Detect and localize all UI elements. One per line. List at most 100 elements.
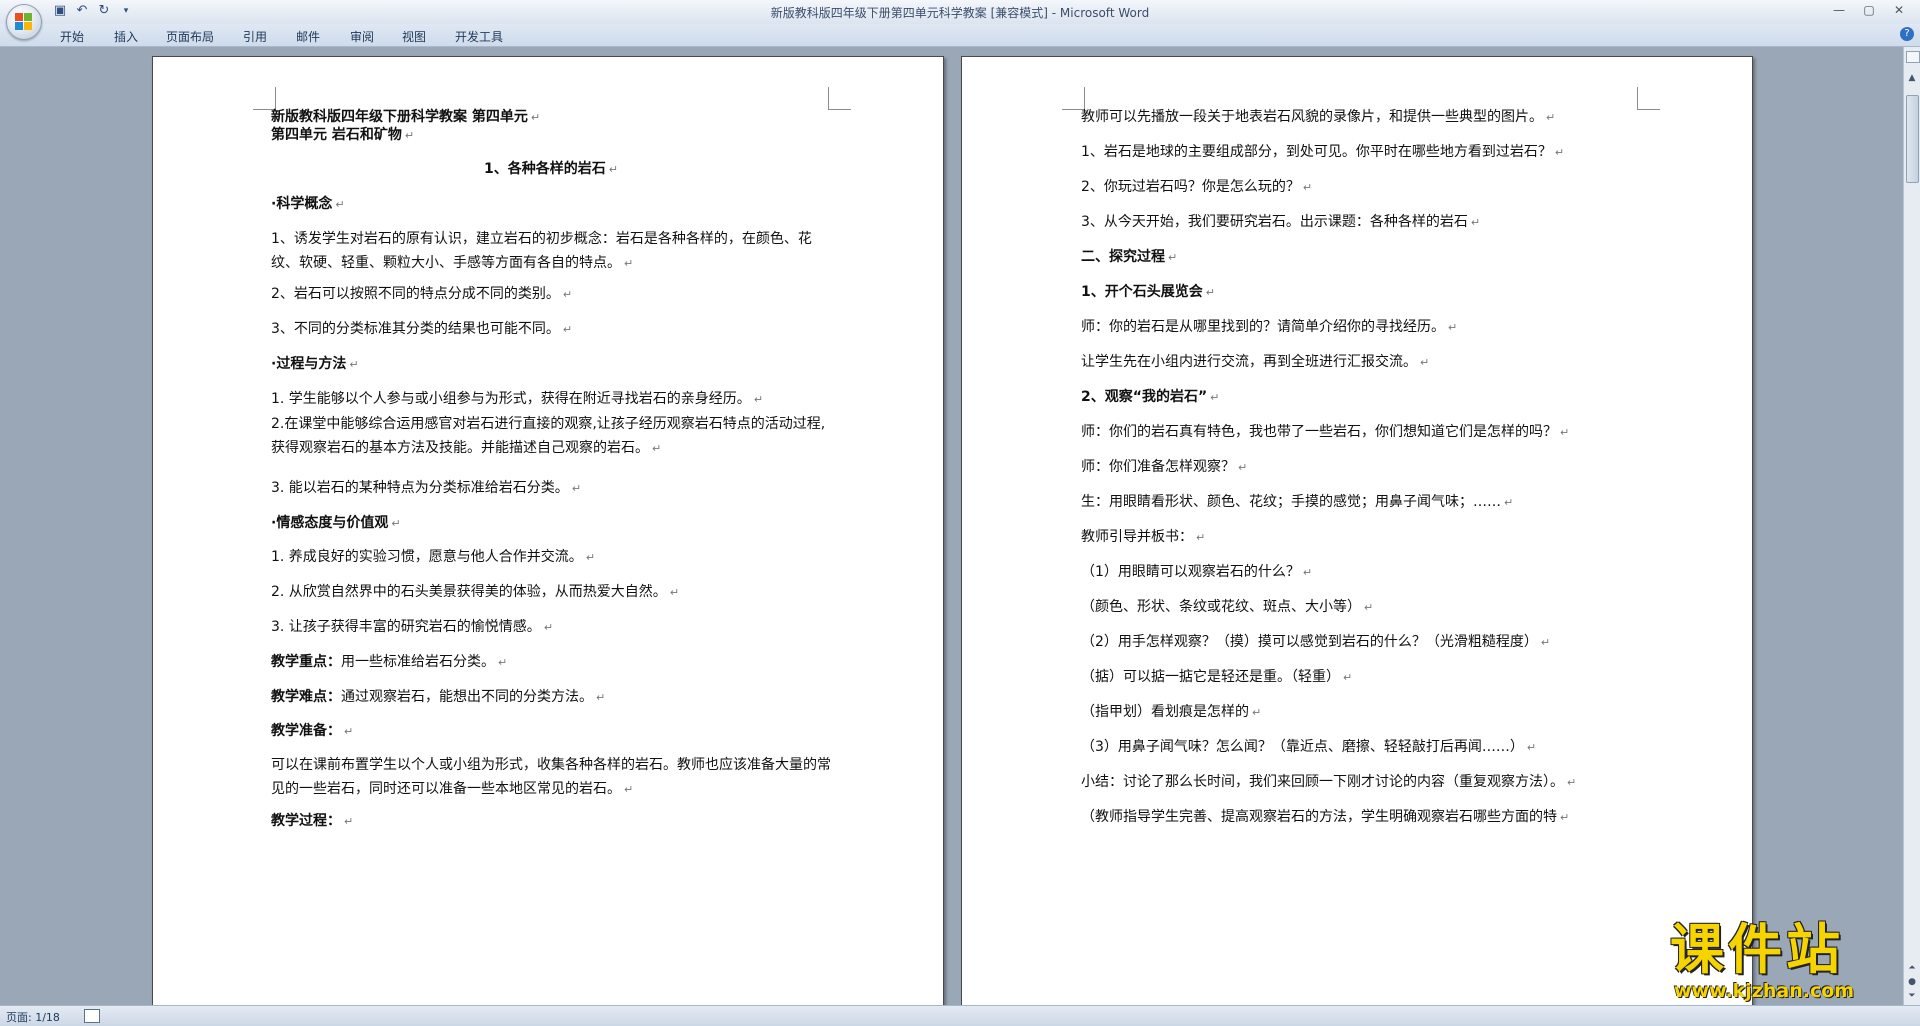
paragraph-text: 第四单元 岩石和矿物 — [271, 127, 402, 143]
paragraph-mark: ↵ — [608, 163, 618, 176]
help-icon[interactable]: ? — [1900, 27, 1914, 41]
tab-view[interactable]: 视图 — [402, 28, 426, 45]
paragraph-mark: ↵ — [1554, 146, 1565, 159]
paragraph-mark: ↵ — [1238, 461, 1248, 474]
paragraph-mark: ↵ — [624, 257, 634, 270]
paragraph-mark: ↵ — [1546, 111, 1556, 124]
paragraph-mark: ↵ — [543, 621, 554, 634]
paragraph-text: 1. 学生能够以个人参与或小组参与为形式，获得在附近寻找岩石的亲身经历。 — [271, 391, 751, 407]
paragraph-text: （3）用鼻子闻气味？怎么闻？（靠近点、磨擦、轻轻敲打后再闻……） — [1081, 739, 1524, 755]
paragraph-mark: ↵ — [624, 783, 634, 796]
paragraph: （教师指导学生完善、提高观察岩石的方法，学生明确观察岩石哪些方面的特 ↵ — [1081, 805, 1641, 830]
window-controls: — ▢ ✕ — [1824, 0, 1914, 20]
scrollbar-thumb[interactable] — [1906, 95, 1919, 183]
paragraph-mark: ↵ — [1420, 356, 1430, 369]
paragraph-mark: ↵ — [1302, 181, 1313, 194]
paragraph-text: 2.在课堂中能够综合运用感官对岩石进行直接的观察,让孩子经历观察岩石特点的活动过… — [271, 416, 826, 456]
tab-insert[interactable]: 插入 — [114, 28, 138, 45]
paragraph-mark: ↵ — [669, 586, 680, 599]
paragraph-text: 师：你们的岩石真有特色，我也带了一些岩石，你们想知道它们是怎样的吗？ — [1081, 424, 1557, 440]
paragraph: 二、探究过程 ↵ — [1081, 245, 1641, 270]
minimize-button[interactable]: — — [1824, 0, 1854, 20]
paragraph-mark: ↵ — [585, 551, 596, 564]
paragraph-text: 2、岩石可以按照不同的特点分成不同的类别。 — [271, 286, 560, 302]
maximize-button[interactable]: ▢ — [1854, 0, 1884, 20]
paragraph: 2.在课堂中能够综合运用感官对岩石进行直接的观察,让孩子经历观察岩石特点的活动过… — [271, 412, 831, 461]
tab-references[interactable]: 引用 — [243, 28, 267, 45]
paragraph-text: 1、各种各样的岩石 — [484, 161, 606, 177]
tab-review[interactable]: 审阅 — [350, 28, 374, 45]
paragraph-mark: ↵ — [1560, 811, 1570, 824]
paragraph: 师：你的岩石是从哪里找到的？请简单介绍你的寻找经历。 ↵ — [1081, 315, 1641, 340]
paragraph: 3. 能以岩石的某种特点为分类标准给岩石分类。 ↵ — [271, 476, 831, 501]
paragraph-mark: ↵ — [498, 656, 508, 669]
paragraph-text: （指甲划）看划痕是怎样的 — [1081, 704, 1249, 720]
document-workspace: 新版教科版四年级下册科学教案 第四单元 ↵ 第四单元 岩石和矿物 ↵ 1、各种各样的岩石… — [0, 47, 1904, 1005]
tab-page-layout[interactable]: 页面布局 — [166, 28, 214, 45]
page-count[interactable]: 页面: 1/18 — [6, 1009, 60, 1025]
paragraph: （指甲划）看划痕是怎样的 ↵ — [1081, 700, 1641, 725]
paragraph: 1、诱发学生对岩石的原有认识，建立岩石的初步概念：岩石是各种各样的，在颜色、花纹… — [271, 227, 831, 276]
paragraph: （3）用鼻子闻气味？怎么闻？（靠近点、磨擦、轻轻敲打后再闻……） ↵ — [1081, 735, 1641, 760]
paragraph: ·科学概念 ↵ — [271, 192, 831, 217]
paragraph-mark: ↵ — [1567, 776, 1577, 789]
paragraph: 教学难点：通过观察岩石，能想出不同的分类方法。 ↵ — [271, 685, 831, 710]
title-bar: ▣ ↶ ↻ ▾ 新版教科版四年级下册第四单元科学教案 [兼容模式] - Micr… — [0, 0, 1920, 25]
paragraph-text: 师：你的岩石是从哪里找到的？请简单介绍你的寻找经历。 — [1081, 319, 1445, 335]
paragraph: 1. 养成良好的实验习惯，愿意与他人合作并交流。 ↵ — [271, 545, 831, 570]
paragraph-text: （1）用眼睛可以观察岩石的什么？ — [1081, 564, 1300, 580]
paragraph-label: 教学重点： — [271, 654, 341, 670]
paragraph: 3. 让孩子获得丰富的研究岩石的愉悦情感。 ↵ — [271, 615, 831, 640]
paragraph: 教学准备： ↵ — [271, 719, 831, 744]
paragraph: 3、从今天开始，我们要研究岩石。出示课题：各种各样的岩石 ↵ — [1081, 210, 1641, 235]
office-logo-icon — [15, 13, 33, 31]
paragraph: 2、岩石可以按照不同的特点分成不同的类别。 ↵ — [271, 282, 831, 307]
scroll-up-icon[interactable]: ▲ — [1904, 71, 1920, 85]
paragraph-mark: ↵ — [571, 482, 582, 495]
paragraph: 教学重点：用一些标准给岩石分类。 ↵ — [271, 650, 831, 675]
paragraph: （掂）可以掂一掂它是轻还是重。（轻重） ↵ — [1081, 665, 1641, 690]
tab-developer[interactable]: 开发工具 — [455, 28, 503, 45]
paragraph-label: 教学难点： — [271, 689, 341, 705]
vertical-scrollbar[interactable]: ▲ ⏶ ● ⏷ — [1903, 47, 1920, 1005]
paragraph-text: 二、探究过程 — [1081, 249, 1165, 265]
ruler-toggle-icon[interactable] — [1906, 51, 1920, 63]
paragraph-text: 2. 从欣赏自然界中的石头美景获得美的体验，从而热爱大自然。 — [271, 584, 667, 600]
paragraph-text: 可以在课前布置学生以个人或小组为形式，收集各种各样的岩石。教师也应该准备大量的常… — [271, 757, 831, 797]
paragraph: 让学生先在小组内进行交流，再到全班进行汇报交流。 ↵ — [1081, 350, 1641, 375]
paragraph: 师：你们准备怎样观察？ ↵ — [1081, 455, 1641, 480]
paragraph-text: 1、开个石头展览会 — [1081, 284, 1203, 300]
paragraph-mark: ↵ — [344, 815, 354, 828]
paragraph-text: 教师可以先播放一段关于地表岩石风貌的录像片，和提供一些典型的图片。 — [1081, 109, 1543, 125]
paragraph-mark: ↵ — [562, 323, 573, 336]
paragraph-text: 生：用眼睛看形状、颜色、花纹；手摸的感觉；用鼻子闻气味；…… — [1081, 494, 1501, 510]
paragraph-mark: ↵ — [349, 358, 359, 371]
paragraph-mark: ↵ — [1343, 671, 1353, 684]
paragraph: （2）用手怎样观察？（摸）摸可以感觉到岩石的什么？（光滑粗糙程度） ↵ — [1081, 630, 1641, 655]
paragraph: 1. 学生能够以个人参与或小组参与为形式，获得在附近寻找岩石的亲身经历。 ↵ — [271, 387, 831, 412]
paragraph-text: ·科学概念 — [271, 196, 333, 212]
paragraph-mark: ↵ — [1540, 636, 1551, 649]
watermark-title: 课件站 — [1670, 918, 1844, 981]
tab-home[interactable]: 开始 — [60, 28, 84, 45]
paragraph: （1）用眼睛可以观察岩石的什么？ ↵ — [1081, 560, 1641, 585]
office-button[interactable] — [6, 4, 42, 40]
paragraph: 2. 从欣赏自然界中的石头美景获得美的体验，从而热爱大自然。 ↵ — [271, 580, 831, 605]
document-page-2[interactable]: 教师可以先播放一段关于地表岩石风貌的录像片，和提供一些典型的图片。 ↵ 1、岩石是地… — [961, 56, 1753, 1005]
document-page-1[interactable]: 新版教科版四年级下册科学教案 第四单元 ↵ 第四单元 岩石和矿物 ↵ 1、各种各样的岩石… — [152, 56, 944, 1005]
paragraph-mark: ↵ — [1560, 426, 1570, 439]
paragraph-label: 教学准备： — [271, 723, 341, 739]
paragraph: 可以在课前布置学生以个人或小组为形式，收集各种各样的岩石。教师也应该准备大量的常… — [271, 753, 831, 802]
paragraph-text: 让学生先在小组内进行交流，再到全班进行汇报交流。 — [1081, 354, 1417, 370]
close-button[interactable]: ✕ — [1884, 0, 1914, 20]
paragraph-text: ·情感态度与价值观 — [271, 515, 389, 531]
paragraph-text: 3. 能以岩石的某种特点为分类标准给岩石分类。 — [271, 480, 569, 496]
paragraph: ·情感态度与价值观 ↵ — [271, 511, 831, 536]
paragraph: 教师引导并板书： ↵ — [1081, 525, 1641, 550]
ribbon-tabs: 开始 插入 页面布局 引用 邮件 审阅 视图 开发工具 ? — [0, 24, 1920, 47]
tab-mailings[interactable]: 邮件 — [296, 28, 320, 45]
proofing-icon[interactable] — [84, 1009, 100, 1023]
paragraph-mark: ↵ — [1168, 251, 1178, 264]
paragraph: 3、不同的分类标准其分类的结果也可能不同。 ↵ — [271, 317, 831, 342]
paragraph-mark: ↵ — [1205, 286, 1215, 299]
